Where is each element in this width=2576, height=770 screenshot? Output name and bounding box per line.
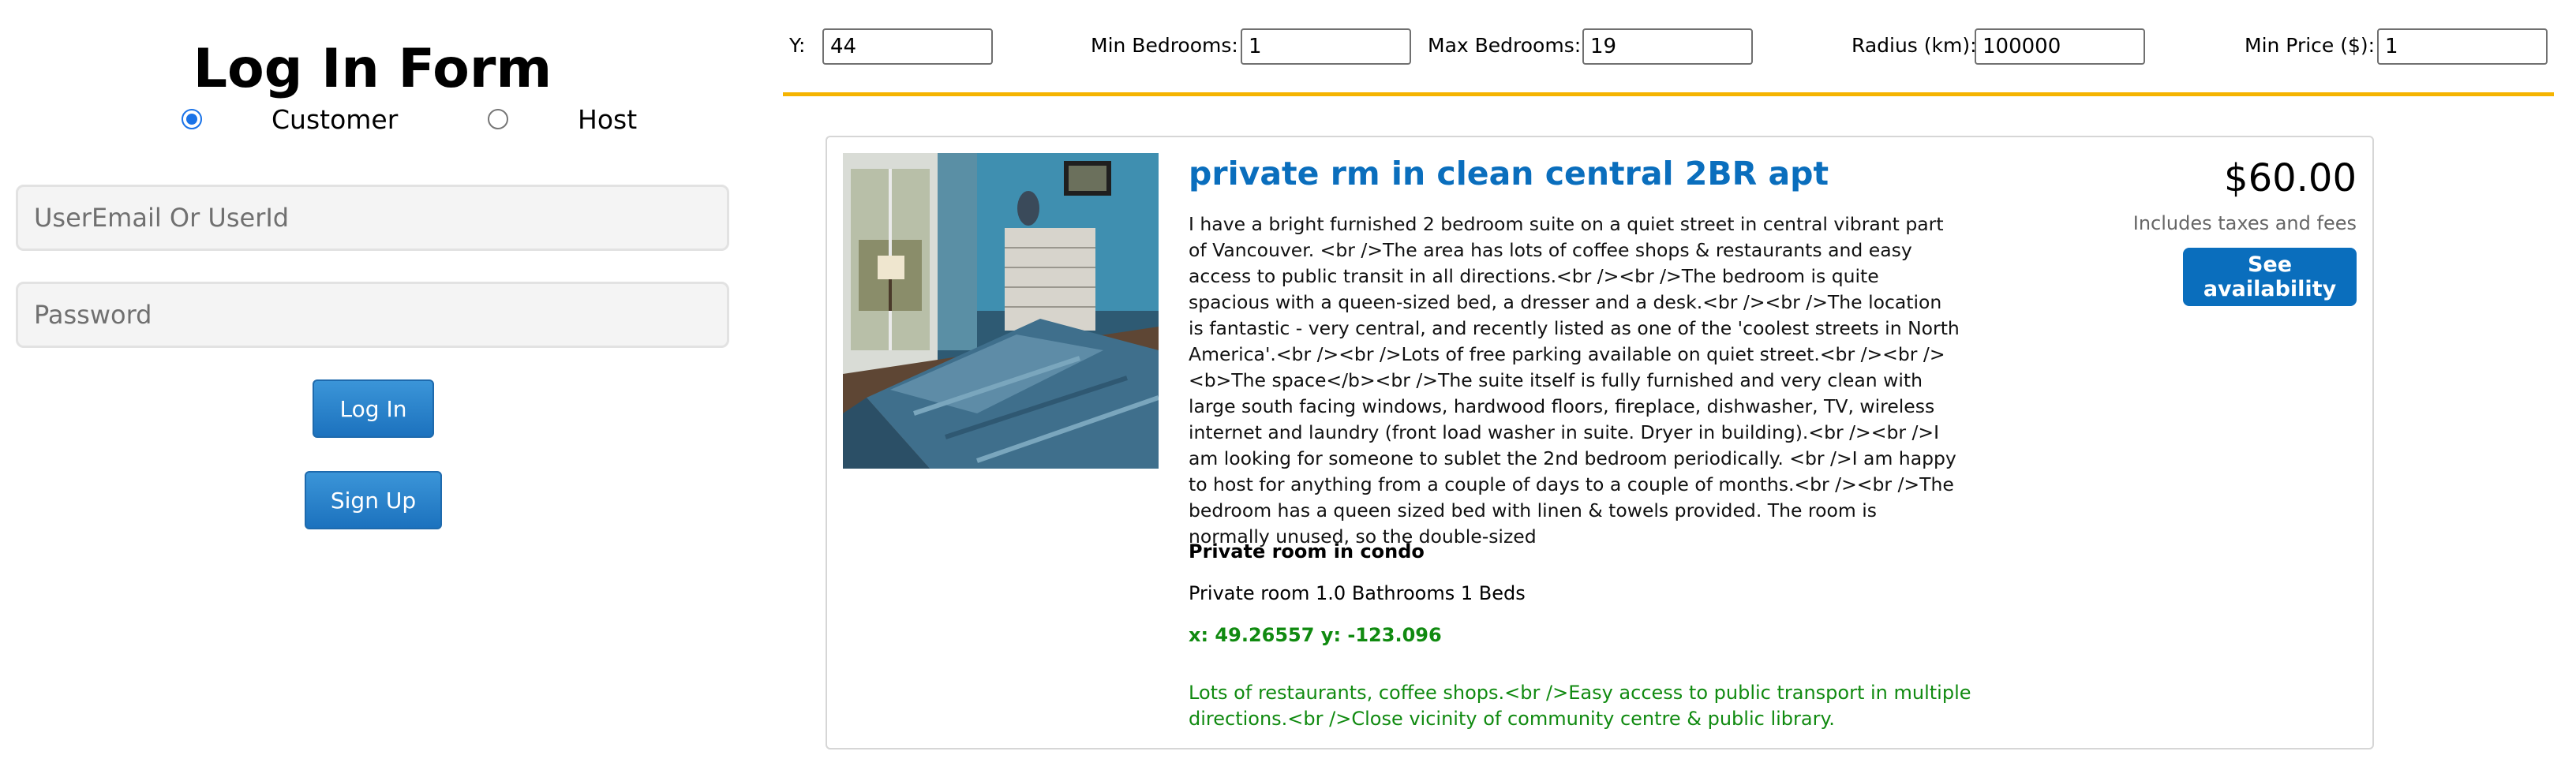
login-panel: Log In Form Customer Host Log In Sign Up — [0, 0, 745, 770]
signup-button[interactable]: Sign Up — [305, 471, 442, 529]
y-label: Y: — [789, 34, 806, 57]
user-id-input[interactable] — [16, 185, 729, 251]
price-note: Includes taxes and fees — [2132, 212, 2357, 234]
page: Log In Form Customer Host Log In Sign Up… — [0, 0, 2576, 770]
customer-label: Customer — [271, 104, 399, 135]
listing-description: I have a bright furnished 2 bedroom suit… — [1189, 213, 1960, 548]
role-option-customer[interactable]: Customer — [182, 101, 450, 139]
listing-coordinates: x: 49.26557 y: -123.096 — [1189, 624, 1442, 646]
room-type: Private room in condo — [1189, 540, 1425, 563]
room-summary: Private room 1.0 Bathrooms 1 Beds — [1189, 582, 1526, 604]
min-bedrooms-input[interactable] — [1241, 28, 1411, 65]
role-option-host[interactable]: Host — [488, 101, 677, 139]
max-bedrooms-label: Max Bedrooms: — [1428, 34, 1582, 57]
radius-input[interactable] — [1975, 28, 2145, 65]
password-input[interactable] — [16, 282, 729, 348]
neighborhood-overview: Lots of restaurants, coffee shops.<br />… — [1189, 682, 1971, 730]
max-bedrooms-input[interactable] — [1582, 28, 1753, 65]
min-price-label: Min Price ($): — [2245, 34, 2376, 57]
login-button[interactable]: Log In — [313, 379, 434, 438]
host-radio[interactable] — [488, 109, 508, 129]
filter-bar: Y: Min Bedrooms: Max Bedrooms: Radius (k… — [783, 24, 2554, 68]
host-label: Host — [578, 104, 638, 135]
listing-title-link[interactable]: private rm in clean central 2BR apt — [1189, 151, 2057, 196]
see-availability-button[interactable]: See availability — [2183, 248, 2357, 306]
listing-price: $60.00 — [2224, 156, 2357, 200]
min-price-input[interactable] — [2377, 28, 2548, 65]
bedroom-photo[interactable] — [843, 153, 1159, 469]
min-bedrooms-label: Min Bedrooms: — [1091, 34, 1238, 57]
listing-card: private rm in clean central 2BR apt I ha… — [826, 136, 2374, 749]
filter-divider — [783, 92, 2554, 96]
customer-radio[interactable] — [182, 109, 202, 129]
login-title: Log In Form — [193, 38, 552, 100]
radius-label: Radius (km): — [1852, 34, 1977, 57]
y-input[interactable] — [822, 28, 993, 65]
